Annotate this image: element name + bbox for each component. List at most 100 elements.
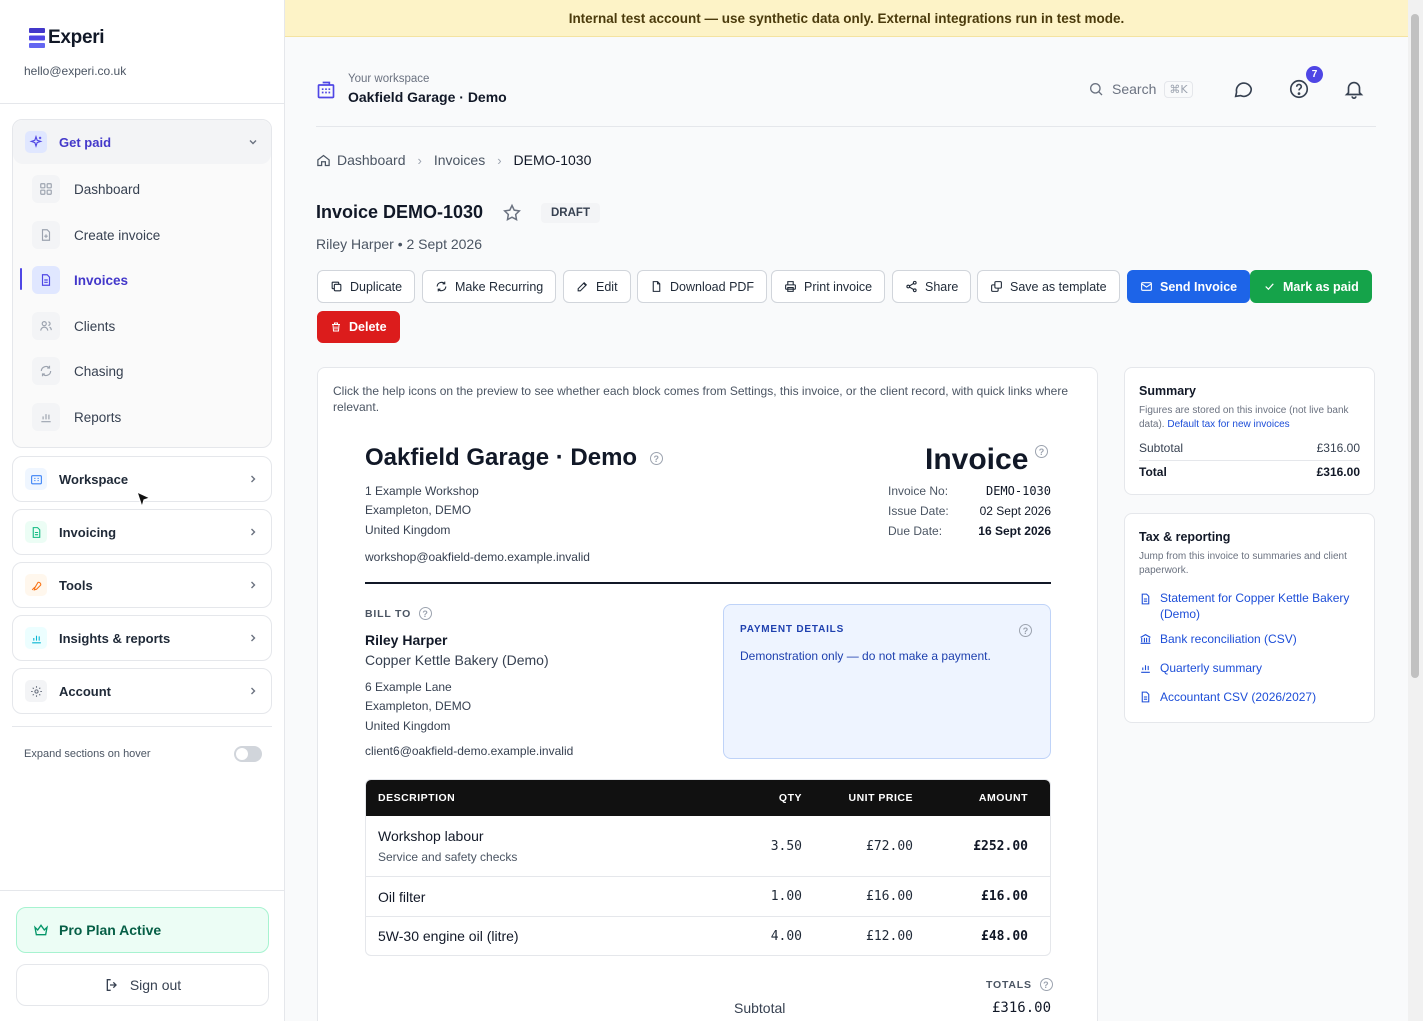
nav-group-account[interactable]: Account [12,668,272,714]
chevron-right-icon: › [497,152,502,168]
sidebar-item-chasing[interactable]: Chasing [20,353,256,389]
building-icon [25,468,47,490]
grid-icon [32,175,60,203]
sidebar-item-reports[interactable]: Reports [20,399,256,435]
check-icon [1265,283,1274,291]
sidebar-item-label: Reports [74,409,122,425]
file-plus-icon [32,221,60,249]
payment-details-text: Demonstration only — do not make a payme… [740,649,991,663]
item-unit-price: £16.00 [866,889,913,904]
sidebar-item-dashboard[interactable]: Dashboard [20,171,256,207]
breadcrumb: Dashboard › Invoices › DEMO-1030 [316,152,591,168]
scrollbar-thumb[interactable] [1411,14,1419,678]
nav-group-insights[interactable]: Insights & reports [12,615,272,661]
toggle-label: Expand sections on hover [24,748,151,760]
edit-button[interactable]: Edit [563,270,631,303]
statement-link[interactable]: Statement for Copper Kettle Bakery (Demo… [1139,590,1364,622]
mail-icon [1141,282,1152,291]
payment-details-title: PAYMENT DETAILS [740,624,845,635]
quarterly-summary-link[interactable]: Quarterly summary [1139,660,1364,676]
printer-icon [785,281,796,292]
sidebar-item-clients[interactable]: Clients [20,308,256,344]
expand-on-hover-setting: Expand sections on hover [24,746,262,762]
summary-subtotal-value: £316.00 [1316,441,1360,455]
summary-description: Figures are stored on this invoice (not … [1139,404,1364,432]
refresh-icon [436,281,447,292]
delete-button[interactable]: Delete [317,311,400,343]
breadcrumb-dashboard[interactable]: Dashboard [316,152,406,168]
client-company: Copper Kettle Bakery (Demo) [365,652,549,668]
share-button[interactable]: Share [892,270,972,303]
make-recurring-button[interactable]: Make Recurring [422,270,557,303]
nav-group-label: Invoicing [59,524,117,540]
bank-icon [1140,634,1151,644]
workspace-name[interactable]: Oakfield Garage · Demo [348,89,507,105]
download-pdf-label: Download PDF [670,279,755,294]
item-qty: 1.00 [770,889,802,904]
chevron-down-icon [249,140,257,145]
star-icon[interactable] [502,203,522,223]
item-amount: £252.00 [973,838,1028,854]
pencil-icon [577,281,588,292]
help-icon[interactable] [1288,78,1310,100]
help-icon[interactable]: ? [419,607,433,620]
help-icon[interactable]: ? [1035,445,1048,458]
mark-as-paid-button[interactable]: Mark as paid [1250,270,1372,303]
send-invoice-button[interactable]: Send Invoice [1127,270,1251,303]
accountant-csv-link[interactable]: Accountant CSV (2026/2027) [1139,689,1364,705]
share-icon [906,280,917,293]
bank-reconciliation-link[interactable]: Bank reconciliation (CSV) [1139,631,1364,647]
help-icon[interactable]: ? [1019,624,1032,637]
breadcrumb-invoices[interactable]: Invoices [434,152,485,168]
due-date-label: Due Date: [888,524,943,538]
nav-group-tools[interactable]: Tools [12,562,272,608]
business-address-line: United Kingdom [365,523,451,537]
mark-as-paid-label: Mark as paid [1283,279,1359,294]
workspace-label: Your workspace [348,73,430,85]
gear-icon [25,680,47,702]
client-name: Riley Harper [365,632,448,648]
mouse-cursor-icon [135,490,152,510]
nav-group-label: Insights & reports [59,630,171,646]
nav-group-label: Tools [59,577,93,593]
client-address-line: Exampleton, DEMO [365,699,472,713]
send-invoice-label: Send Invoice [1160,279,1238,294]
search-button[interactable]: Search ⌘K [1078,72,1208,106]
divider [0,103,285,104]
brand-logo[interactable]: Experi [29,27,105,49]
crown-icon [33,924,49,936]
make-recurring-label: Make Recurring [455,279,544,294]
print-invoice-button[interactable]: Print invoice [771,270,886,303]
tax-reporting-description: Jump from this invoice to summaries and … [1139,551,1347,576]
sidebar-item-label: Chasing [74,363,124,379]
summary-total-label: Total [1139,465,1167,479]
duplicate-button[interactable]: Duplicate [317,270,416,303]
sidebar-item-invoices[interactable]: Invoices [20,262,256,298]
nav-group-label: Account [59,683,111,699]
summary-subtotal-row: Subtotal £316.00 [1139,441,1360,455]
document-icon [32,266,60,294]
account-email: hello@experi.co.uk [24,64,127,78]
help-icon[interactable]: ? [649,452,663,466]
sign-out-button[interactable]: Sign out [16,964,269,1006]
bell-icon[interactable] [1343,78,1365,100]
save-template-button[interactable]: Save as template [977,270,1120,303]
expand-on-hover-toggle[interactable] [234,746,262,762]
default-tax-link[interactable]: Default tax for new invoices [1167,419,1289,430]
help-icon[interactable]: ? [1039,978,1053,991]
help-badge: 7 [1306,66,1323,83]
item-amount: £16.00 [981,889,1028,904]
summary-title: Summary [1139,384,1196,398]
edit-label: Edit [596,279,618,294]
plan-badge[interactable]: Pro Plan Active [16,907,269,953]
chat-icon[interactable] [1232,78,1254,100]
sidebar-item-create-invoice[interactable]: Create invoice [20,217,256,253]
client-address-line: United Kingdom [365,719,451,733]
client-address-line: 6 Example Lane [365,680,452,694]
quarterly-summary-label: Quarterly summary [1160,661,1263,675]
preview-help-note: Click the help icons on the preview to s… [333,384,1069,414]
bill-to-label: BILL TO [365,607,412,620]
nav-group-invoicing[interactable]: Invoicing [12,509,272,555]
nav-group-get-paid-header[interactable]: Get paid [13,120,271,164]
download-pdf-button[interactable]: Download PDF [637,270,768,303]
